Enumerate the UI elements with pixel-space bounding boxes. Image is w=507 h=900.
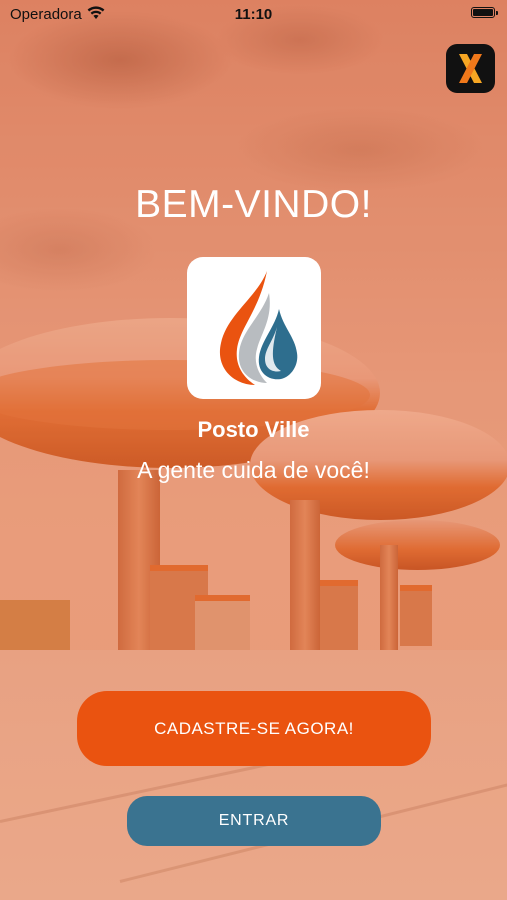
welcome-title: BEM-VINDO! [135, 183, 372, 226]
signup-button[interactable]: CADASTRE-SE AGORA! [77, 691, 431, 766]
battery-icon [471, 7, 498, 18]
tagline: A gente cuida de você! [137, 457, 370, 483]
x-logo-icon[interactable] [446, 44, 495, 93]
water-drop-logo-icon [187, 257, 321, 399]
brand-name: Posto Ville [197, 417, 310, 442]
status-bar: Operadora 11:10 [0, 0, 507, 28]
login-button[interactable]: ENTRAR [127, 796, 381, 846]
clock: 11:10 [234, 6, 273, 23]
